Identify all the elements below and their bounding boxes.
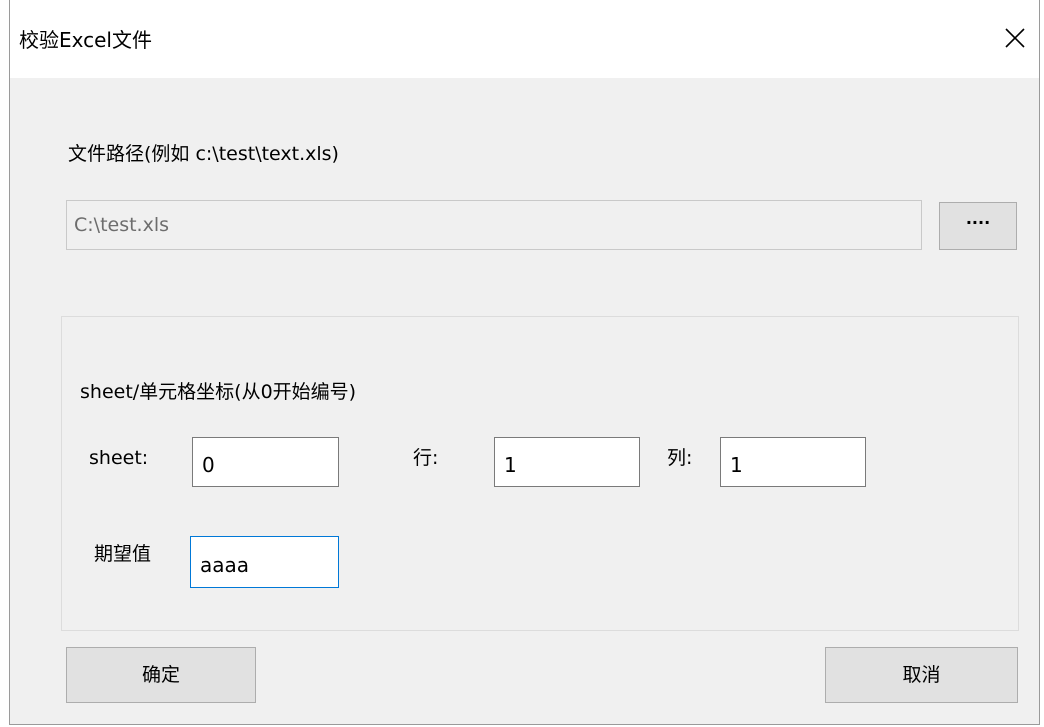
- file-path-label: 文件路径(例如 c:\test\text.xls): [68, 143, 339, 165]
- browse-button[interactable]: ····: [939, 202, 1017, 250]
- cell-group-label: sheet/单元格坐标(从0开始编号): [80, 381, 357, 403]
- expected-value-label: 期望值: [94, 543, 152, 565]
- column-input[interactable]: [720, 437, 866, 487]
- cancel-button[interactable]: 取消: [825, 647, 1018, 703]
- sheet-input[interactable]: [192, 437, 339, 487]
- file-path-input[interactable]: [66, 200, 922, 250]
- expected-value-input[interactable]: [190, 536, 339, 588]
- row-label: 行:: [413, 447, 439, 469]
- ok-button[interactable]: 确定: [66, 647, 256, 703]
- close-button[interactable]: [991, 12, 1039, 64]
- sheet-label: sheet:: [89, 447, 149, 469]
- close-icon: [1005, 28, 1025, 48]
- window-title: 校验Excel文件: [19, 28, 152, 52]
- row-input[interactable]: [494, 437, 640, 487]
- dialog-window: 校验Excel文件 文件路径(例如 c:\test\text.xls) ····…: [9, 0, 1040, 725]
- column-label: 列:: [667, 447, 693, 469]
- title-bar: 校验Excel文件: [10, 0, 1039, 78]
